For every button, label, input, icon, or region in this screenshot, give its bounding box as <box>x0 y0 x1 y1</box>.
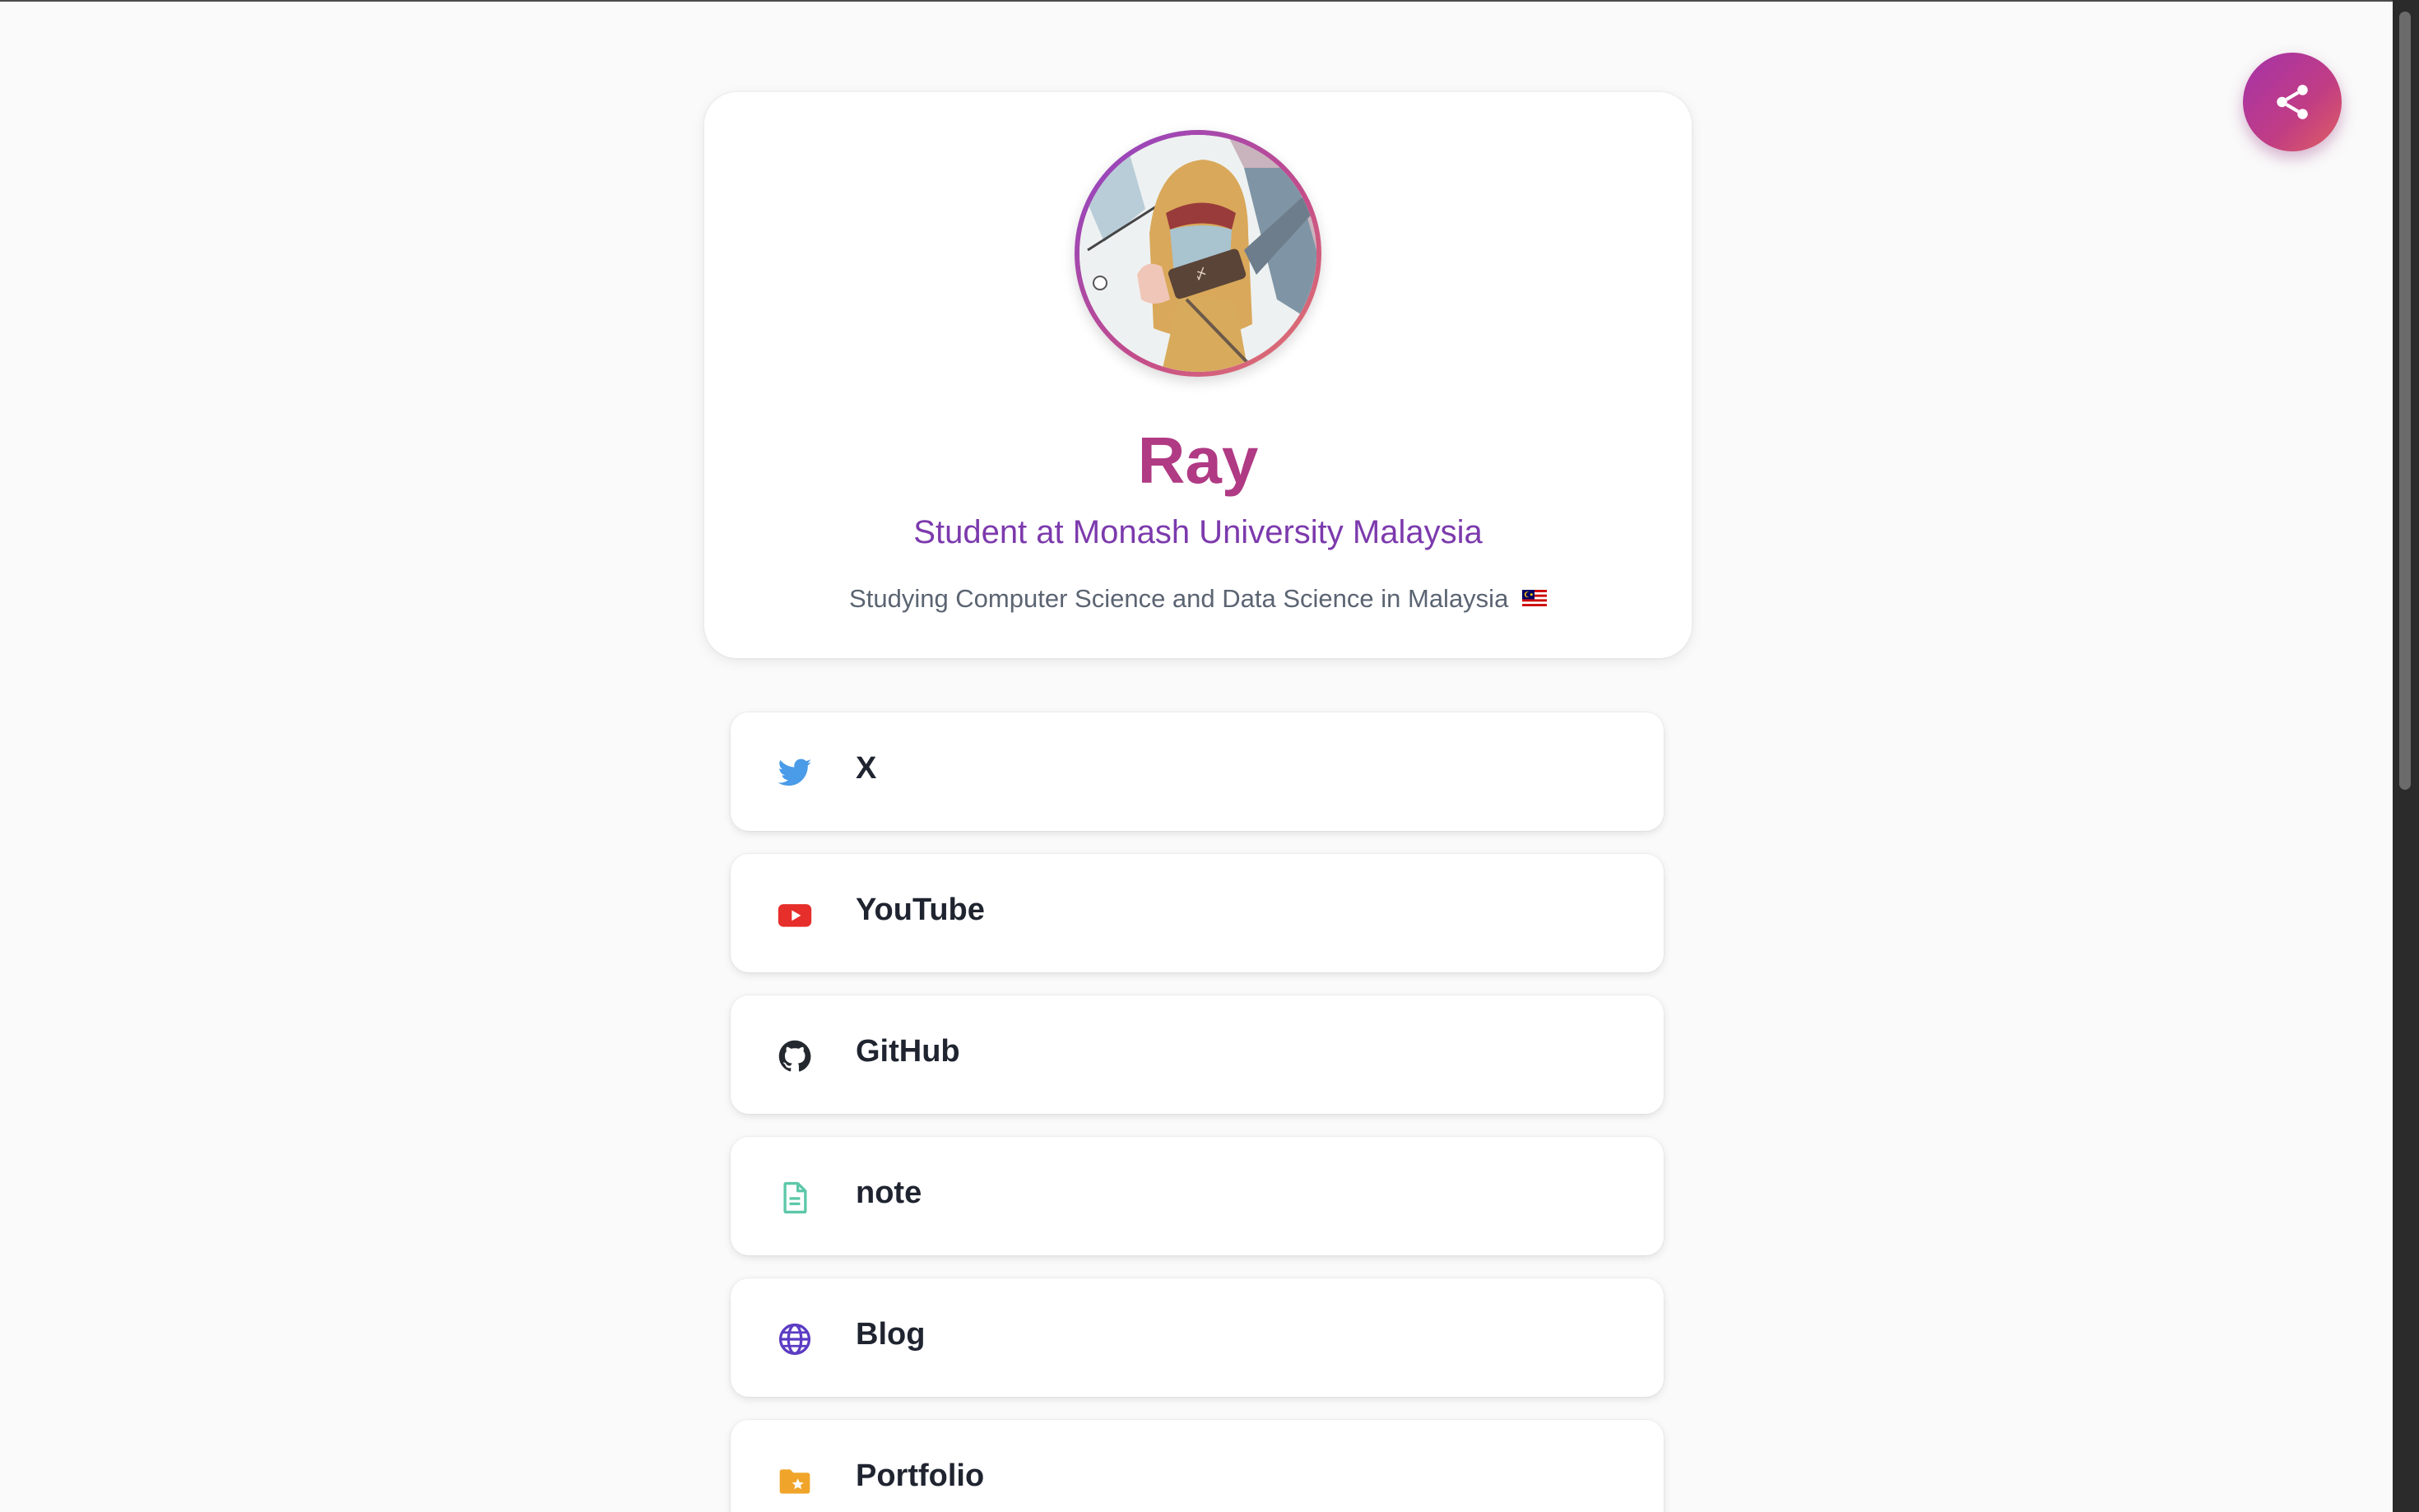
avatar: 〆 <box>1075 130 1321 377</box>
share-icon <box>2277 85 2308 119</box>
youtube-icon <box>777 897 813 933</box>
link-label: YouTube <box>856 893 985 927</box>
document-icon <box>777 1180 813 1216</box>
link-label: GitHub <box>856 1034 960 1069</box>
github-icon <box>777 1038 813 1074</box>
profile-bio: Studying Computer Science and Data Scien… <box>704 582 1692 615</box>
profile-bio-text: Studying Computer Science and Data Scien… <box>849 584 1509 613</box>
link-card-youtube[interactable]: YouTube <box>731 854 1664 972</box>
scrollbar-thumb[interactable] <box>2399 12 2411 790</box>
link-card-portfolio[interactable]: Portfolio <box>731 1420 1664 1512</box>
window-top-border <box>0 0 2419 2</box>
share-button[interactable] <box>2243 53 2342 151</box>
link-label: Blog <box>856 1317 926 1352</box>
link-card-blog[interactable]: Blog <box>731 1278 1664 1397</box>
link-label: Portfolio <box>856 1459 985 1493</box>
page: 〆 Ray Student at Monash University Malay… <box>0 0 2419 1512</box>
link-card-github[interactable]: GitHub <box>731 995 1664 1114</box>
folder-star-icon <box>777 1463 813 1499</box>
link-label: X <box>856 751 877 786</box>
link-label: note <box>856 1176 922 1210</box>
globe-icon <box>777 1321 813 1357</box>
profile-name: Ray <box>1137 424 1259 497</box>
profile-card: 〆 Ray Student at Monash University Malay… <box>704 92 1692 658</box>
malaysia-flag-icon <box>1521 589 1547 606</box>
scrollbar[interactable] <box>2393 0 2419 1512</box>
twitter-icon <box>777 755 813 791</box>
link-card-note[interactable]: note <box>731 1137 1664 1255</box>
profile-subtitle: Student at Monash University Malaysia <box>913 514 1483 550</box>
avatar-image: 〆 <box>1079 135 1316 372</box>
link-card-x[interactable]: X <box>731 712 1664 831</box>
